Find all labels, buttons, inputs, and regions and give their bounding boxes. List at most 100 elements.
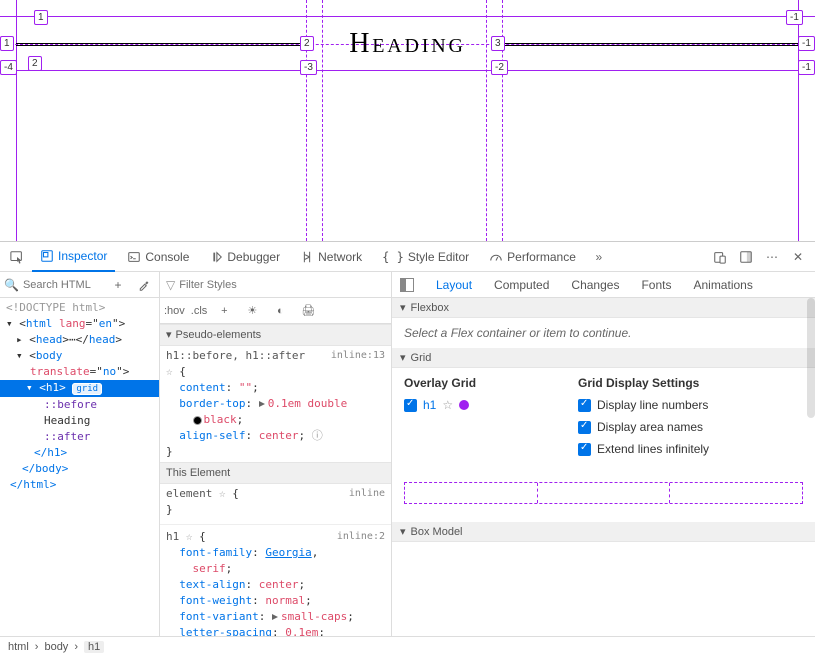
grid-header[interactable]: ▾Grid bbox=[392, 348, 815, 368]
page-viewport: Heading 1 2 3 4 -4 -3 -2 -1 1 2 -1 -1 bbox=[0, 0, 815, 241]
devtools-toolbar: Inspector Console Debugger Network { }St… bbox=[0, 242, 815, 272]
tab-performance[interactable]: Performance bbox=[481, 242, 584, 272]
selector[interactable]: h1::before, h1::after bbox=[166, 349, 305, 362]
setting-line-numbers[interactable]: Display line numbers bbox=[578, 398, 709, 412]
filter-styles-input[interactable] bbox=[179, 279, 385, 291]
toggle-pane-icon[interactable] bbox=[396, 274, 418, 296]
ltab-layout[interactable]: Layout bbox=[432, 272, 476, 298]
tab-inspector[interactable]: Inspector bbox=[32, 242, 115, 272]
hov-toggle[interactable]: :hov bbox=[164, 305, 185, 317]
grid-label: -3 bbox=[300, 60, 317, 75]
tree-row[interactable]: ▸ <head>⋯</head> bbox=[0, 332, 159, 348]
tab-console[interactable]: Console bbox=[119, 242, 197, 272]
doctype-node[interactable]: <!DOCTYPE html> bbox=[6, 301, 105, 314]
gear-icon[interactable]: ☆ bbox=[442, 398, 453, 412]
layout-panel: Layout Computed Changes Fonts Animations… bbox=[392, 272, 815, 636]
ltab-computed[interactable]: Computed bbox=[490, 272, 553, 298]
tree-row[interactable]: ::before bbox=[0, 397, 159, 413]
tree-row[interactable]: </html> bbox=[0, 477, 159, 493]
page-heading: Heading bbox=[349, 28, 465, 60]
grid-label: 1 bbox=[34, 10, 48, 25]
info-icon[interactable]: ⓘ bbox=[312, 429, 323, 442]
add-node-icon[interactable]: + bbox=[107, 274, 129, 296]
dom-tree[interactable]: <!DOCTYPE html> ▾ <html lang="en"> ▸ <he… bbox=[0, 298, 159, 636]
grid-vline bbox=[486, 0, 487, 241]
tree-row-selected[interactable]: ▾ <h1> grid bbox=[0, 380, 159, 397]
settings-title: Grid Display Settings bbox=[578, 376, 709, 390]
checkbox-icon[interactable] bbox=[404, 399, 417, 412]
grid-label: -2 bbox=[491, 60, 508, 75]
grid-label: 2 bbox=[28, 56, 42, 71]
tree-row[interactable]: Heading bbox=[0, 413, 159, 429]
more-icon[interactable]: ⋯ bbox=[761, 246, 783, 268]
tab-debugger[interactable]: Debugger bbox=[201, 242, 288, 272]
color-dot[interactable] bbox=[459, 400, 469, 410]
overflow-icon[interactable]: » bbox=[588, 246, 610, 268]
checkbox-icon[interactable] bbox=[578, 443, 591, 456]
devtools: Inspector Console Debugger Network { }St… bbox=[0, 241, 815, 656]
grid-label: 3 bbox=[491, 36, 505, 51]
eyedropper-icon[interactable] bbox=[133, 274, 155, 296]
grid-badge[interactable]: grid bbox=[72, 383, 102, 395]
markup-panel: 🔍 + <!DOCTYPE html> ▾ <html lang="en"> ▸… bbox=[0, 272, 160, 636]
crumb-html[interactable]: html bbox=[8, 641, 29, 653]
tree-row[interactable]: </body> bbox=[0, 461, 159, 477]
grid-hline bbox=[0, 16, 815, 17]
ltab-fonts[interactable]: Fonts bbox=[637, 272, 675, 298]
rule-source[interactable]: inline bbox=[349, 486, 385, 502]
flexbox-header[interactable]: ▾Flexbox bbox=[392, 298, 815, 318]
this-element-header: This Element bbox=[166, 465, 230, 481]
tree-row[interactable]: ::after bbox=[0, 429, 159, 445]
rule-source[interactable]: inline:2 bbox=[337, 529, 385, 545]
mini-grid-preview[interactable] bbox=[404, 482, 803, 504]
grid-vline bbox=[322, 0, 323, 241]
breadcrumb: html › body › h1 bbox=[0, 636, 815, 656]
setting-extend-lines[interactable]: Extend lines infinitely bbox=[578, 442, 709, 456]
heading-rule bbox=[16, 43, 306, 46]
checkbox-icon[interactable] bbox=[578, 421, 591, 434]
rules-panel: ▽ :hov .cls + ☀ ◐ 🖨 ▾Pseudo-elements inl… bbox=[160, 272, 392, 636]
crumb-body[interactable]: body bbox=[44, 641, 68, 653]
grid-label: -1 bbox=[798, 36, 815, 51]
tree-row[interactable]: ▾ <body bbox=[0, 348, 159, 364]
checkbox-icon[interactable] bbox=[578, 399, 591, 412]
add-rule-icon[interactable]: + bbox=[213, 300, 235, 322]
boxmodel-header[interactable]: ▾Box Model bbox=[392, 522, 815, 542]
search-icon: 🔍 bbox=[4, 278, 19, 292]
close-icon[interactable]: ✕ bbox=[787, 246, 809, 268]
tree-row[interactable]: translate="no"> bbox=[0, 364, 159, 380]
grid-label: 1 bbox=[0, 36, 14, 51]
tab-network[interactable]: Network bbox=[292, 242, 370, 272]
grid-label: -1 bbox=[786, 10, 803, 25]
dock-mode-icon[interactable] bbox=[735, 246, 757, 268]
scrollbar[interactable] bbox=[807, 298, 815, 418]
grid-vline bbox=[16, 0, 17, 241]
dark-scheme-icon[interactable]: ◐ bbox=[269, 300, 291, 322]
tab-style-editor[interactable]: { }Style Editor bbox=[374, 242, 477, 272]
crumb-h1[interactable]: h1 bbox=[84, 641, 104, 653]
overlay-grid-item[interactable]: h1 ☆ bbox=[404, 398, 554, 412]
responsive-mode-icon[interactable] bbox=[709, 246, 731, 268]
tree-row[interactable]: </h1> bbox=[0, 445, 159, 461]
pick-element-icon[interactable] bbox=[6, 246, 28, 268]
heading-rule bbox=[502, 43, 798, 46]
grid-label: -4 bbox=[0, 60, 17, 75]
grid-label: -1 bbox=[798, 60, 815, 75]
search-html-input[interactable] bbox=[23, 279, 103, 291]
panels: 🔍 + <!DOCTYPE html> ▾ <html lang="en"> ▸… bbox=[0, 272, 815, 636]
ltab-changes[interactable]: Changes bbox=[567, 272, 623, 298]
tree-row[interactable]: ▾ <html lang="en"> bbox=[0, 316, 159, 332]
print-media-icon[interactable]: 🖨 bbox=[297, 300, 319, 322]
light-scheme-icon[interactable]: ☀ bbox=[241, 300, 263, 322]
flexbox-empty: Select a Flex container or item to conti… bbox=[404, 326, 631, 340]
overlay-title: Overlay Grid bbox=[404, 376, 554, 390]
font-link[interactable]: Georgia bbox=[265, 546, 311, 559]
rules-content[interactable]: ▾Pseudo-elements inline:13 h1::before, h… bbox=[160, 324, 391, 636]
cls-toggle[interactable]: .cls bbox=[191, 305, 208, 317]
rule-source[interactable]: inline:13 bbox=[331, 348, 385, 364]
setting-area-names[interactable]: Display area names bbox=[578, 420, 709, 434]
filter-icon: ▽ bbox=[166, 278, 175, 292]
ltab-animations[interactable]: Animations bbox=[689, 272, 756, 298]
color-swatch[interactable] bbox=[193, 416, 202, 425]
grid-hline bbox=[0, 70, 815, 71]
